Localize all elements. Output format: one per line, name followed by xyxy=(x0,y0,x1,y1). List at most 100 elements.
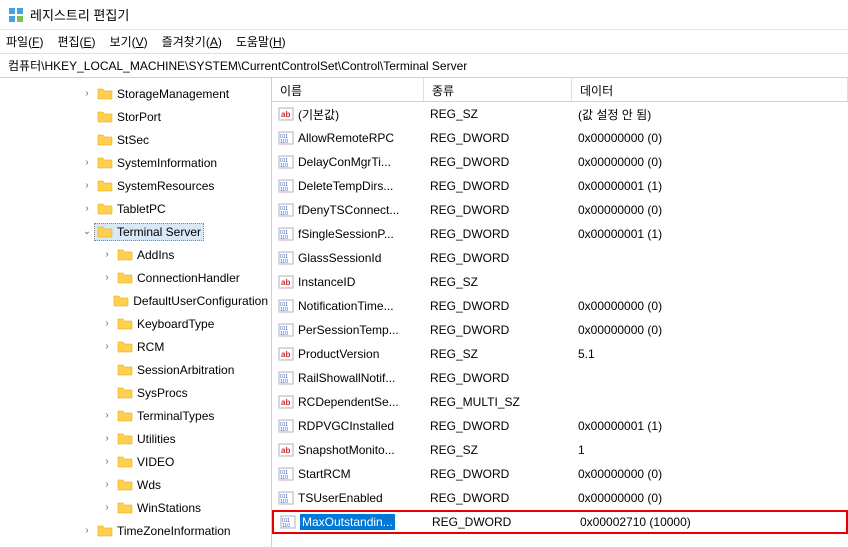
tree-item[interactable]: ›KeyboardType xyxy=(0,312,271,335)
tree-item-label: SystemInformation xyxy=(117,156,217,170)
value-type: REG_DWORD xyxy=(424,155,572,169)
value-name: AllowRemoteRPC xyxy=(298,131,394,145)
tree-item[interactable]: SysProcs xyxy=(0,381,271,404)
tree-item[interactable]: ›Ubpm xyxy=(0,542,271,547)
chevron-icon[interactable]: › xyxy=(80,525,94,536)
value-data: 0x00000000 (0) xyxy=(572,467,848,481)
col-header-name[interactable]: 이름 xyxy=(272,78,424,101)
chevron-icon[interactable]: › xyxy=(80,203,94,214)
chevron-icon[interactable]: › xyxy=(100,479,114,490)
tree-item-label: StorPort xyxy=(117,110,161,124)
list-row[interactable]: SnapshotMonito...REG_SZ1 xyxy=(272,438,848,462)
value-name: (기본값) xyxy=(298,106,339,123)
folder-icon xyxy=(97,224,113,240)
list-row[interactable]: PerSessionTemp...REG_DWORD0x00000000 (0) xyxy=(272,318,848,342)
tree-item[interactable]: ›SystemResources xyxy=(0,174,271,197)
menu-edit[interactable]: 편집(E) xyxy=(57,33,95,50)
folder-icon xyxy=(117,316,133,332)
menu-favorites[interactable]: 즐겨찾기(A) xyxy=(162,33,222,50)
list-row[interactable]: InstanceIDREG_SZ xyxy=(272,270,848,294)
value-name: RDPVGCInstalled xyxy=(298,419,394,433)
tree-item-label: StorageManagement xyxy=(117,87,229,101)
list-row[interactable]: DeleteTempDirs...REG_DWORD0x00000001 (1) xyxy=(272,174,848,198)
tree-item[interactable]: ›WinStations xyxy=(0,496,271,519)
list-row[interactable]: RailShowallNotif...REG_DWORD xyxy=(272,366,848,390)
list-row[interactable]: StartRCMREG_DWORD0x00000000 (0) xyxy=(272,462,848,486)
tree-item[interactable]: › ConnectionHandler xyxy=(0,266,271,289)
list-row[interactable]: DelayConMgrTi...REG_DWORD0x00000000 (0) xyxy=(272,150,848,174)
value-type: REG_DWORD xyxy=(424,251,572,265)
chevron-icon[interactable]: › xyxy=(80,180,94,191)
folder-icon xyxy=(97,523,113,539)
list-row[interactable]: RDPVGCInstalledREG_DWORD0x00000001 (1) xyxy=(272,414,848,438)
chevron-icon[interactable]: › xyxy=(100,502,114,513)
tree-item[interactable]: StorPort xyxy=(0,105,271,128)
list-row[interactable]: AllowRemoteRPCREG_DWORD0x00000000 (0) xyxy=(272,126,848,150)
tree-item-label: SysProcs xyxy=(137,386,188,400)
chevron-icon[interactable]: › xyxy=(80,88,94,99)
titlebar: 레지스트리 편집기 xyxy=(0,0,848,30)
folder-icon xyxy=(97,155,113,171)
chevron-icon[interactable]: › xyxy=(100,410,114,421)
value-name: RCDependentSe... xyxy=(298,395,399,409)
value-type: REG_DWORD xyxy=(424,419,572,433)
list-header: 이름 종류 데이터 xyxy=(272,78,848,102)
value-name: DelayConMgrTi... xyxy=(298,155,391,169)
chevron-icon[interactable]: › xyxy=(100,318,114,329)
chevron-icon[interactable]: ⌄ xyxy=(80,226,94,237)
tree-item-label: ConnectionHandler xyxy=(137,271,240,285)
folder-icon xyxy=(97,201,113,217)
chevron-icon[interactable]: › xyxy=(100,272,114,283)
menu-help[interactable]: 도움말(H) xyxy=(236,33,286,50)
value-type: REG_DWORD xyxy=(424,467,572,481)
menu-file[interactable]: 파일(F) xyxy=(6,33,43,50)
list-row[interactable]: RCDependentSe...REG_MULTI_SZ xyxy=(272,390,848,414)
chevron-icon[interactable]: › xyxy=(100,433,114,444)
list-row[interactable]: ProductVersionREG_SZ5.1 xyxy=(272,342,848,366)
addressbar[interactable]: 컴퓨터\HKEY_LOCAL_MACHINE\SYSTEM\CurrentCon… xyxy=(0,54,848,78)
col-header-type[interactable]: 종류 xyxy=(424,78,572,101)
col-header-data[interactable]: 데이터 xyxy=(572,78,848,101)
value-name: DeleteTempDirs... xyxy=(298,179,393,193)
menu-view[interactable]: 보기(V) xyxy=(110,33,148,50)
chevron-icon[interactable]: › xyxy=(80,157,94,168)
list-row[interactable]: fDenyTSConnect...REG_DWORD0x00000000 (0) xyxy=(272,198,848,222)
tree-item-label: StSec xyxy=(117,133,149,147)
list-row[interactable]: GlassSessionIdREG_DWORD xyxy=(272,246,848,270)
list-row[interactable]: MaxOutstandin...REG_DWORD0x00002710 (100… xyxy=(272,510,848,534)
tree-item[interactable]: DefaultUserConfiguration xyxy=(0,289,271,312)
value-name: TSUserEnabled xyxy=(298,491,383,505)
binary-value-icon xyxy=(278,490,294,506)
chevron-icon[interactable]: › xyxy=(100,341,114,352)
tree-item[interactable]: ›TabletPC xyxy=(0,197,271,220)
list-row[interactable]: NotificationTime...REG_DWORD0x00000000 (… xyxy=(272,294,848,318)
list-row[interactable]: TSUserEnabledREG_DWORD0x00000000 (0) xyxy=(272,486,848,510)
string-value-icon xyxy=(278,106,294,122)
value-name: MaxOutstandin... xyxy=(302,515,393,529)
tree-item[interactable]: ›Wds xyxy=(0,473,271,496)
chevron-icon[interactable]: › xyxy=(100,456,114,467)
value-type: REG_DWORD xyxy=(424,299,572,313)
tree-item[interactable]: › Utilities xyxy=(0,427,271,450)
tree-item[interactable]: ›AddIns xyxy=(0,243,271,266)
tree-panel[interactable]: › StorageManagement StorPort StSec › SystemIn… xyxy=(0,78,272,547)
tree-item[interactable]: ⌄Terminal Server xyxy=(0,220,271,243)
tree-item[interactable]: ›TerminalTypes xyxy=(0,404,271,427)
tree-item[interactable]: StSec xyxy=(0,128,271,151)
binary-value-icon xyxy=(278,466,294,482)
tree-item[interactable]: › SystemInformation xyxy=(0,151,271,174)
binary-value-icon xyxy=(278,418,294,434)
value-type: REG_DWORD xyxy=(424,323,572,337)
tree-item[interactable]: SessionArbitration xyxy=(0,358,271,381)
list-row[interactable]: (기본값)REG_SZ(값 설정 안 됨) xyxy=(272,102,848,126)
value-data: 0x00000000 (0) xyxy=(572,491,848,505)
folder-icon xyxy=(97,178,113,194)
tree-item-label: Utilities xyxy=(137,432,176,446)
binary-value-icon xyxy=(278,226,294,242)
tree-item[interactable]: ›RCM xyxy=(0,335,271,358)
chevron-icon[interactable]: › xyxy=(100,249,114,260)
tree-item[interactable]: › StorageManagement xyxy=(0,82,271,105)
tree-item[interactable]: ›TimeZoneInformation xyxy=(0,519,271,542)
list-row[interactable]: fSingleSessionP...REG_DWORD0x00000001 (1… xyxy=(272,222,848,246)
tree-item[interactable]: ›VIDEO xyxy=(0,450,271,473)
